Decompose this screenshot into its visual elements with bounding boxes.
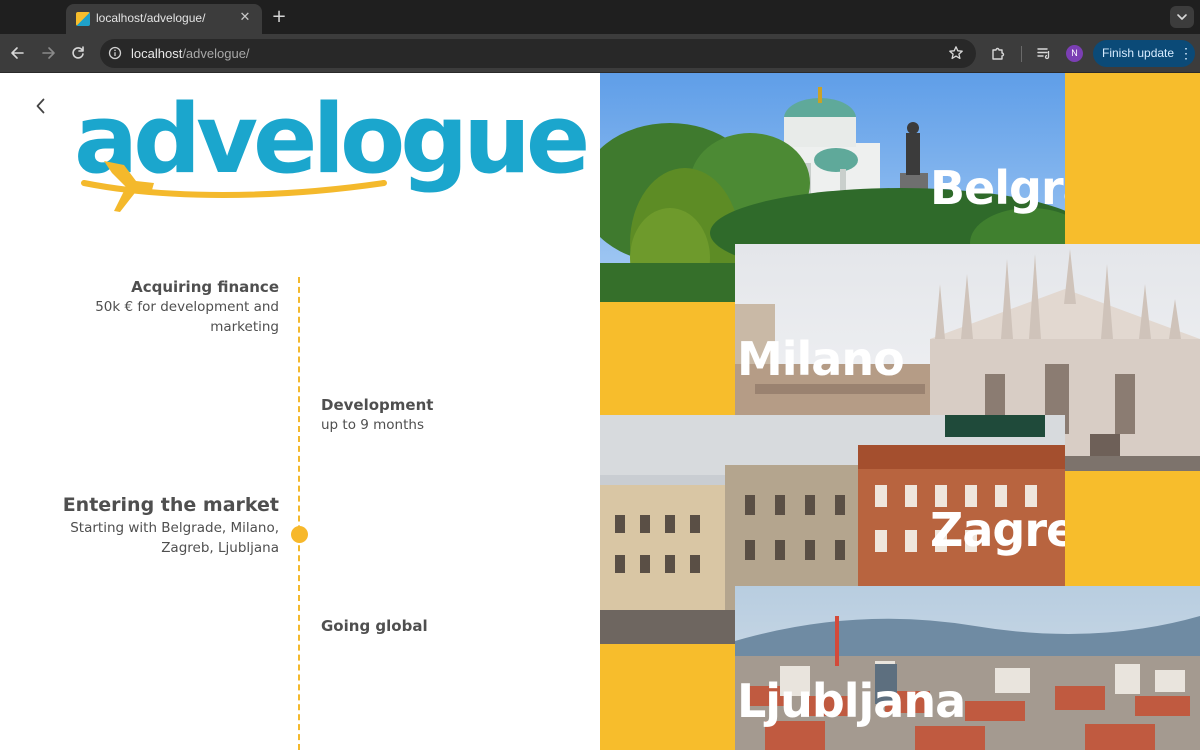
site-info-icon[interactable]: [108, 46, 122, 60]
close-tab-icon[interactable]: ✕: [236, 9, 254, 27]
page-content: advelogue Acquiring finance 50k € for de…: [0, 73, 1200, 750]
profile-avatar[interactable]: N: [1066, 45, 1083, 62]
browser-forward-button[interactable]: [37, 42, 59, 64]
toolbar-divider: [1021, 46, 1022, 62]
finish-update-label: Finish update: [1102, 46, 1175, 60]
url-host: localhost: [131, 46, 183, 61]
page-back-chevron-icon[interactable]: [32, 97, 50, 115]
timeline-item-subtitle: 50k € for development and: [95, 299, 279, 315]
city-label-belgrade: Belgrade: [930, 161, 1065, 215]
chevron-down-icon: [1177, 14, 1187, 20]
browser-back-button[interactable]: [7, 42, 29, 64]
timeline-item-title: Acquiring finance: [131, 278, 279, 296]
address-bar[interactable]: localhost/advelogue/: [100, 39, 976, 68]
timeline-item-subtitle: Zagreb, Ljubljana: [161, 540, 279, 556]
timeline-item-subtitle: Starting with Belgrade, Milano,: [70, 520, 279, 536]
timeline-current-marker: [291, 526, 308, 543]
url-path: /advelogue/: [182, 46, 250, 61]
site-favicon-icon: [76, 12, 90, 26]
bookmark-star-icon[interactable]: [948, 45, 964, 61]
timeline-dashed-line: [298, 277, 300, 750]
timeline-item-entering-market: Entering the market Starting with Belgra…: [63, 493, 279, 558]
city-tile-ljubljana[interactable]: Ljubljana: [735, 586, 1200, 750]
timeline-item-title: Entering the market: [62, 494, 279, 516]
timeline-item-development: Development up to 9 months: [321, 395, 433, 435]
browser-tab-strip: localhost/advelogue/ ✕ +: [0, 0, 1200, 34]
timeline-item-title: Development: [321, 396, 434, 414]
extensions-puzzle-icon[interactable]: [990, 44, 1008, 62]
arrow-left-icon: [11, 47, 24, 59]
timeline-item-going-global: Going global: [321, 616, 428, 636]
new-tab-button[interactable]: +: [268, 6, 290, 28]
browser-tab[interactable]: localhost/advelogue/ ✕: [66, 4, 262, 34]
tab-title: localhost/advelogue/: [96, 11, 206, 25]
more-menu-icon[interactable]: ⋮: [1179, 44, 1193, 62]
timeline-item-title: Going global: [321, 617, 428, 635]
reload-icon: [72, 46, 84, 59]
logo-plane-swoosh-icon: [81, 161, 387, 212]
media-queue-icon[interactable]: [1035, 44, 1053, 62]
city-label-milano: Milano: [737, 332, 905, 386]
advelogue-logo: advelogue: [74, 85, 590, 221]
city-label-ljubljana: Ljubljana: [737, 674, 966, 728]
city-mosaic: Belgrade: [600, 73, 1200, 750]
browser-reload-button[interactable]: [67, 42, 89, 64]
finish-update-button[interactable]: Finish update ⋮: [1093, 40, 1195, 67]
timeline-item-subtitle: up to 9 months: [321, 417, 424, 433]
tab-search-button[interactable]: [1170, 6, 1194, 28]
city-label-zagreb: Zagreb: [930, 503, 1065, 557]
browser-toolbar: localhost/advelogue/ N Finish update ⋮: [0, 34, 1200, 73]
arrow-right-icon: [42, 47, 55, 59]
timeline-item-acquiring-finance: Acquiring finance 50k € for development …: [95, 277, 279, 337]
url-text: localhost/advelogue/: [131, 46, 250, 61]
timeline-item-subtitle: marketing: [210, 319, 279, 335]
